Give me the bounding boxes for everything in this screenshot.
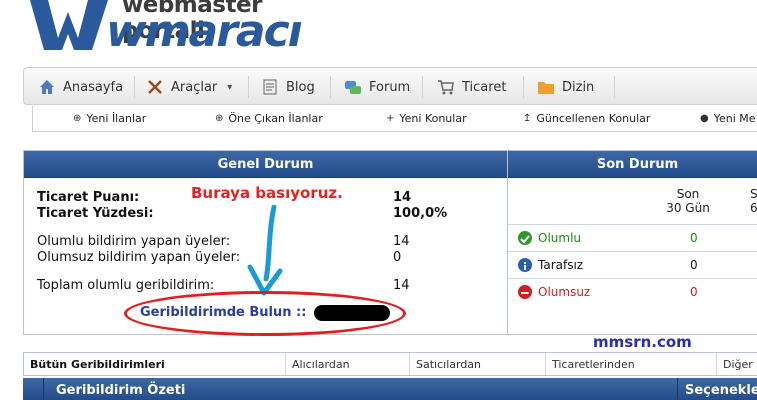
- son-col2-header: S 6: [750, 187, 757, 215]
- tab-diger[interactable]: Diğer: [717, 353, 757, 375]
- nav-divider: [523, 76, 524, 98]
- plus-circle-icon: ⊕: [73, 113, 82, 124]
- nav-item-ticaret[interactable]: Ticaret: [437, 68, 506, 106]
- cart-icon: [438, 80, 454, 95]
- redacted-username: [314, 305, 390, 321]
- status-label: Olumsuz: [538, 285, 591, 299]
- nav-divider: [134, 76, 135, 98]
- sub-navbar: ⊕ Yeni İlanlar ⊕ Öne Çıkan İlanlar + Yen…: [32, 106, 757, 132]
- nav-label-araclar: Araçlar: [171, 79, 218, 95]
- toplam-olumlu-value: 14: [393, 278, 410, 293]
- annotation-text: Buraya basıyoruz.: [191, 184, 343, 202]
- tab-butun[interactable]: Bütün Geribildirimleri: [24, 353, 286, 375]
- tab-saticilardan[interactable]: Satıcılardan: [410, 353, 546, 375]
- status-row-tarafsiz: Tarafsız 0: [508, 251, 757, 278]
- olumlu-uyeler-value: 14: [393, 234, 410, 249]
- plus-icon: +: [386, 113, 395, 124]
- panel-title: Genel Durum: [24, 151, 507, 178]
- geribildirim-link[interactable]: Geribildirimde Bulun ::: [140, 305, 306, 320]
- status-row-olumlu: Olumlu 0: [508, 224, 757, 251]
- son-col-header-line2: 30 Gün: [666, 201, 710, 215]
- nav-divider: [248, 76, 249, 98]
- subnav-label: Yeni Me: [713, 112, 756, 125]
- nav-item-araclar[interactable]: Araçlar ▾: [146, 68, 232, 106]
- message-icon: ●: [700, 113, 709, 124]
- header-divider: [43, 378, 44, 400]
- subnav-label: Öne Çıkan İlanlar: [228, 112, 323, 125]
- watermark-text: mmsrn.com: [593, 333, 692, 351]
- ticaret-puani-label: Ticaret Puanı:: [37, 190, 140, 205]
- olumsuz-uyeler-value: 0: [393, 250, 402, 265]
- minus-circle-icon: [518, 285, 532, 299]
- site-logo[interactable]: webmaster portali wmaracı: [0, 0, 340, 58]
- main-navbar: Anasayfa Araçlar ▾ Blog Forum Ticaret Di…: [23, 67, 757, 105]
- subnav-one-cikan[interactable]: ⊕ Öne Çıkan İlanlar: [215, 106, 323, 131]
- nav-label-dizin: Dizin: [562, 79, 595, 95]
- panel-title: Son Durum: [508, 151, 757, 178]
- subnav-label: Güncellenen Konular: [536, 112, 651, 125]
- son-col-header: Son 30 Gün: [658, 187, 718, 215]
- subnav-label: Yeni İlanlar: [86, 112, 147, 125]
- ticaret-yuzdesi-value: 100,0%: [393, 206, 448, 221]
- tools-icon: [148, 80, 162, 94]
- tab-ticaretlerinden[interactable]: Ticaretlerinden: [546, 353, 717, 375]
- folder-icon: [538, 82, 554, 94]
- nav-label-ticaret: Ticaret: [462, 79, 507, 95]
- nav-item-blog[interactable]: Blog: [261, 68, 315, 106]
- nav-divider: [330, 76, 331, 98]
- olumlu-uyeler-label: Olumlu bildirim yapan üyeler:: [37, 234, 231, 249]
- son-col-header-line1: Son: [676, 187, 700, 201]
- header-divider: [677, 378, 678, 400]
- toplam-olumlu-label: Toplam olumlu geribildirim:: [37, 278, 215, 293]
- nav-item-anasayfa[interactable]: Anasayfa: [38, 68, 123, 106]
- blog-icon: [263, 79, 277, 95]
- options-title[interactable]: Seçenekler: [685, 383, 757, 398]
- subnav-yeni-konular[interactable]: + Yeni Konular: [386, 106, 467, 131]
- subnav-yeni-mesajlar[interactable]: ● Yeni Me: [700, 106, 756, 131]
- logo-mark-icon: [30, 0, 108, 50]
- son-col2-header-line1: S: [750, 187, 757, 201]
- nav-label-forum: Forum: [369, 79, 411, 95]
- logo-main-text: wmaracı: [106, 6, 303, 57]
- subnav-label: Yeni Konular: [399, 112, 467, 125]
- status-label: Olumlu: [538, 231, 582, 245]
- nav-label-anasayfa: Anasayfa: [63, 79, 124, 95]
- home-icon: [40, 80, 54, 94]
- feedback-tabs: Bütün Geribildirimleri Alıcılardan Satıc…: [23, 352, 757, 376]
- ticaret-yuzdesi-label: Ticaret Yüzdesi:: [37, 206, 154, 221]
- nav-item-dizin[interactable]: Dizin: [537, 68, 594, 106]
- status-label: Tarafsız: [538, 258, 584, 272]
- nav-divider: [422, 76, 423, 98]
- subnav-yeni-ilanlar[interactable]: ⊕ Yeni İlanlar: [73, 106, 146, 131]
- status-row-olumsuz: Olumsuz 0: [508, 278, 757, 305]
- subnav-guncellenen-konular[interactable]: ↥ Güncellenen Konular: [523, 106, 650, 131]
- nav-divider: [614, 76, 615, 98]
- son-col2-header-line2: 6: [750, 201, 757, 215]
- nav-item-forum[interactable]: Forum: [344, 68, 410, 106]
- son-durum-panel: Son Durum Son 30 Gün S 6 Olumlu 0 Tarafs…: [508, 150, 757, 335]
- status-value: 0: [690, 258, 698, 272]
- forum-icon: [345, 81, 361, 94]
- summary-header-bar: Geribildirim Özeti Seçenekler: [23, 378, 757, 400]
- nav-label-blog: Blog: [286, 79, 315, 95]
- plus-circle-icon: ⊕: [215, 113, 224, 124]
- summary-title: Geribildirim Özeti: [56, 383, 186, 398]
- annotation-arrow-icon: [247, 205, 283, 296]
- chevron-down-icon: ▾: [227, 81, 233, 93]
- update-icon: ↥: [523, 113, 532, 124]
- check-circle-icon: [518, 231, 532, 245]
- olumsuz-uyeler-label: Olumsuz bildirim yapan üyeler:: [37, 250, 241, 265]
- tab-alicilardan[interactable]: Alıcılardan: [286, 353, 410, 375]
- info-circle-icon: [518, 258, 532, 272]
- status-value: 0: [690, 285, 698, 299]
- status-value: 0: [690, 231, 698, 245]
- ticaret-puani-value: 14: [393, 190, 412, 205]
